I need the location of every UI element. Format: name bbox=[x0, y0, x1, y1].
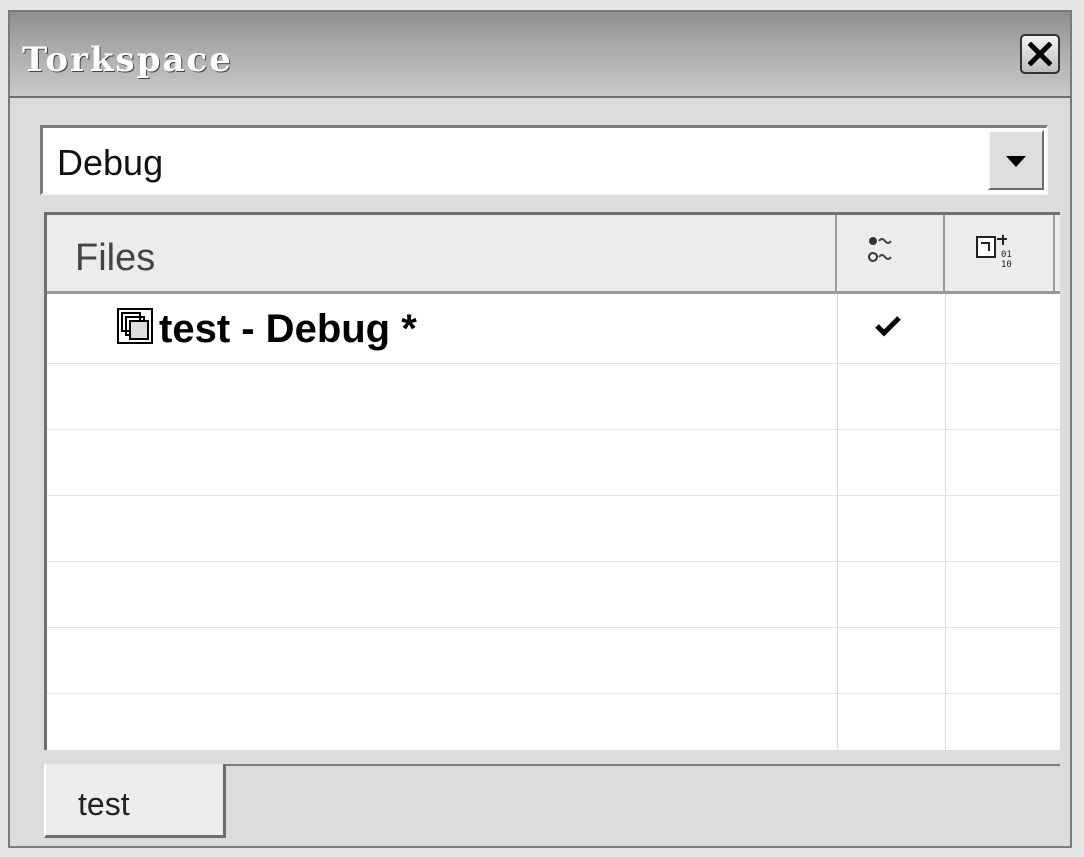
configuration-value: Debug bbox=[57, 142, 164, 183]
title-bar[interactable]: Torkspace bbox=[10, 12, 1070, 98]
configuration-dropdown[interactable]: Debug bbox=[40, 125, 1048, 195]
tab-label: test bbox=[78, 786, 130, 822]
tree-header: Files 01 10 bbox=[47, 215, 1060, 294]
column-header-files[interactable]: Files bbox=[47, 215, 837, 291]
project-icon bbox=[117, 308, 153, 344]
window-title: Torkspace bbox=[22, 40, 233, 80]
row-divider bbox=[47, 693, 1060, 694]
column-header-output[interactable]: 01 10 bbox=[945, 215, 1055, 291]
tab-bar-divider bbox=[226, 764, 1060, 766]
close-icon bbox=[1028, 42, 1052, 66]
project-label: test - Debug * bbox=[159, 307, 417, 351]
row-divider bbox=[47, 495, 1060, 496]
workspace-window: Torkspace Debug Files 01 10 test - Debug… bbox=[8, 10, 1072, 848]
column-header-build-flags[interactable] bbox=[837, 215, 945, 291]
close-button[interactable] bbox=[1020, 34, 1060, 74]
row-divider bbox=[47, 627, 1060, 628]
project-file-tree[interactable]: Files 01 10 test - Debug * bbox=[44, 212, 1060, 750]
binary-file-icon: 01 10 bbox=[976, 235, 1012, 270]
svg-text:10: 10 bbox=[1001, 260, 1012, 270]
row-divider bbox=[47, 429, 1060, 430]
check-icon[interactable] bbox=[875, 315, 901, 337]
row-divider bbox=[47, 561, 1060, 562]
svg-text:01: 01 bbox=[1001, 250, 1012, 260]
tab-bar: test bbox=[44, 754, 1060, 842]
project-row[interactable]: test - Debug * bbox=[47, 295, 1057, 363]
tab-test[interactable]: test bbox=[44, 764, 226, 838]
row-divider bbox=[47, 363, 1060, 364]
dropdown-arrow-button[interactable] bbox=[988, 130, 1044, 190]
column-header-files-label: Files bbox=[75, 237, 156, 279]
build-flags-icon bbox=[868, 237, 892, 262]
chevron-down-icon bbox=[1006, 156, 1026, 167]
